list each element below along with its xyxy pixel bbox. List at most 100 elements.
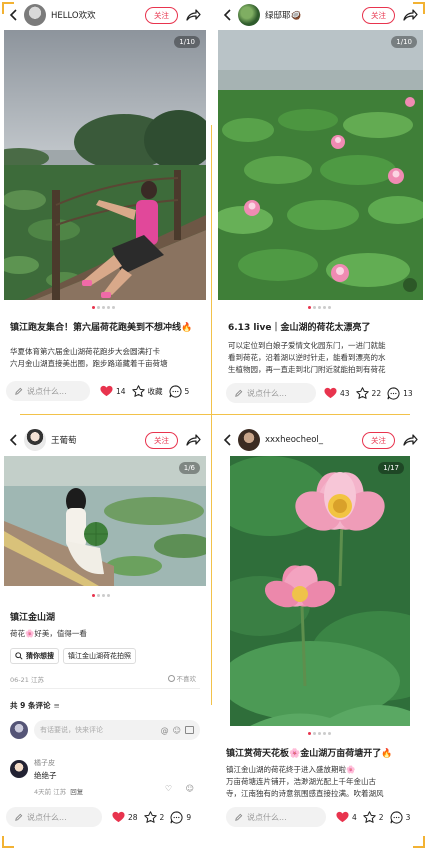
post-body-line: 生植物园，再一直走到北门附近就能拍到有荷花 (228, 365, 386, 374)
frame-corner (2, 836, 14, 848)
image-icon[interactable] (185, 726, 194, 734)
comment-like-icon[interactable]: ♡ (165, 784, 172, 793)
comment-button[interactable]: 13 (387, 386, 413, 400)
avatar[interactable] (24, 429, 46, 451)
commenter-name[interactable]: 橘子皮 (34, 758, 55, 768)
avatar[interactable] (238, 4, 260, 26)
post-body: 华夏体育第六届金山湖荷花跑步大会圆满打卡 六月金山湖直接美出圈，跑步路道藏着千亩… (10, 346, 204, 370)
favorite-button[interactable]: 2 (143, 811, 164, 823)
not-like-button[interactable]: 不喜欢 (167, 673, 197, 683)
like-button[interactable]: 14 (100, 385, 126, 397)
search-suggestion-tag[interactable]: 镇江金山湖荷花拍照 (63, 648, 136, 664)
comment-input[interactable]: 说点什么... (226, 383, 316, 403)
favorite-button[interactable]: 2 (363, 811, 384, 823)
post-header: 王葡萄 关注 (0, 425, 210, 455)
comment-button[interactable]: 5 (168, 384, 189, 398)
carousel-dots (92, 594, 110, 597)
comment-input[interactable]: 说点什么... (6, 807, 102, 827)
follow-button[interactable]: 关注 (145, 6, 178, 24)
favorite-label: 收藏 (147, 386, 163, 396)
post-title: 镇江赏荷天花板🌸金山湖万亩荷塘开了🔥 (226, 749, 393, 759)
back-icon[interactable] (219, 429, 235, 451)
comment-input[interactable]: 说点什么... (6, 381, 90, 401)
follow-button[interactable]: 关注 (362, 6, 395, 24)
live-photo-icon[interactable] (403, 278, 417, 292)
star-icon (143, 811, 157, 823)
post-body-line: 荷花🌸好美，值得一看 (10, 629, 87, 638)
share-icon[interactable] (184, 431, 202, 449)
frame-corner (413, 836, 425, 848)
search-suggestion-label[interactable]: 猜你想搜 (10, 648, 59, 664)
comment-button[interactable]: 3 (389, 810, 411, 824)
post-body-line: 六月金山湖直接美出圈，跑步路道藏着千亩荷塘 (10, 359, 168, 368)
frame-corner (2, 2, 14, 14)
comment-emoji-icon[interactable]: ☺ (186, 784, 194, 793)
search-suggestion[interactable]: 猜你想搜 镇江金山湖荷花拍照 (10, 648, 136, 664)
favorite-button[interactable]: 22 (355, 387, 382, 399)
comment-bubble-icon (387, 386, 400, 400)
post-body-line: 镇江金山湖的荷花终于进入盛放期啦🌸 (226, 765, 356, 774)
avatar[interactable] (24, 4, 46, 26)
pencil-icon (15, 387, 23, 395)
comment-meta: 4天前 江苏 回复 (34, 786, 83, 796)
comment-bubble-icon (170, 810, 183, 824)
comment-button[interactable]: 9 (170, 810, 191, 824)
like-button[interactable]: 28 (112, 811, 138, 823)
mention-icon[interactable]: @ (161, 726, 169, 735)
avatar[interactable] (238, 429, 260, 451)
comment-placeholder: 说点什么... (27, 812, 67, 822)
emoji-icon[interactable]: ☺ (173, 726, 181, 735)
heart-icon (112, 811, 125, 823)
follow-button[interactable]: 关注 (145, 431, 178, 449)
post-header: xxxheocheol_ 关注 (214, 425, 427, 455)
like-button[interactable]: 43 (324, 387, 350, 399)
back-icon[interactable] (219, 4, 235, 26)
reply-button[interactable]: 回复 (70, 786, 83, 796)
post-photo[interactable]: 1/10 (4, 30, 206, 300)
not-like-icon (167, 674, 175, 682)
post-photo[interactable]: 1/6 (4, 456, 206, 586)
sort-icon[interactable]: ≡ (53, 701, 59, 710)
comment-compose-placeholder: 有话要说，快来评论 (40, 726, 103, 734)
comments-header: 共 9 条评论 ≡ (10, 700, 60, 711)
post-title: 镇江跑友集合！第六届荷花跑美到不想冲线🔥 (10, 323, 193, 333)
post-photo[interactable]: 1/10 (218, 30, 423, 300)
post-body-line: 可以定位到白娘子爱情文化园东门，一进门就能 (228, 341, 386, 350)
pencil-icon (235, 813, 243, 821)
back-icon[interactable] (5, 429, 21, 451)
post-card-1: HELLO欢欢 关注 1/10 镇江跑友集合！第六届荷花跑美到不想冲线🔥 华夏体… (0, 0, 210, 408)
comment-time-location: 4天前 江苏 (34, 788, 67, 796)
comment-placeholder: 说点什么... (27, 386, 67, 396)
comment-input[interactable]: 说点什么... (226, 807, 326, 827)
post-body-line: 万亩荷塘连片铺开，浩渺湖光配上千年金山古 (226, 777, 376, 786)
avatar[interactable] (10, 760, 28, 778)
username[interactable]: 王葡萄 (51, 434, 145, 446)
favorite-count: 2 (378, 812, 384, 822)
favorite-count: 22 (371, 388, 382, 398)
post-title: 镇江金山湖 (10, 613, 56, 623)
share-icon[interactable] (184, 6, 202, 24)
heart-icon (100, 385, 113, 397)
favorite-button[interactable]: 收藏 (131, 385, 163, 397)
frame-divider-horizontal (20, 414, 410, 415)
like-button[interactable]: 4 (336, 811, 357, 823)
username[interactable]: 绿邸耶🥥 (265, 9, 362, 21)
comment-item: 橘子皮 绝绝子 4天前 江苏 回复 ♡ ☺ (10, 756, 200, 806)
pencil-icon (15, 813, 23, 821)
divider (10, 688, 200, 689)
post-card-2: 绿邸耶🥥 关注 1/10 6.13 live｜金山湖的荷花太漂亮了 可以定位到白… (214, 0, 427, 408)
pencil-icon (235, 389, 243, 397)
post-body-line: 寺，江南独有的诗意氛围感直接拉满。吹着湖风 (226, 789, 384, 798)
comment-compose-input[interactable]: 有话要说，快来评论 @ ☺ (34, 720, 200, 740)
post-card-4: xxxheocheol_ 关注 1/17 镇江赏荷天花板🌸金山湖万亩荷塘开了🔥 … (214, 420, 427, 850)
username[interactable]: xxxheocheol_ (265, 435, 362, 445)
username[interactable]: HELLO欢欢 (51, 9, 145, 21)
comment-count: 3 (405, 812, 411, 822)
post-photo[interactable]: 1/17 (230, 456, 410, 726)
comment-text: 绝绝子 (34, 771, 57, 780)
follow-button[interactable]: 关注 (362, 431, 395, 449)
comment-compose-row: 有话要说，快来评论 @ ☺ (10, 718, 200, 742)
share-icon[interactable] (401, 431, 419, 449)
star-icon (355, 387, 369, 399)
not-like-label: 不喜欢 (176, 675, 197, 683)
